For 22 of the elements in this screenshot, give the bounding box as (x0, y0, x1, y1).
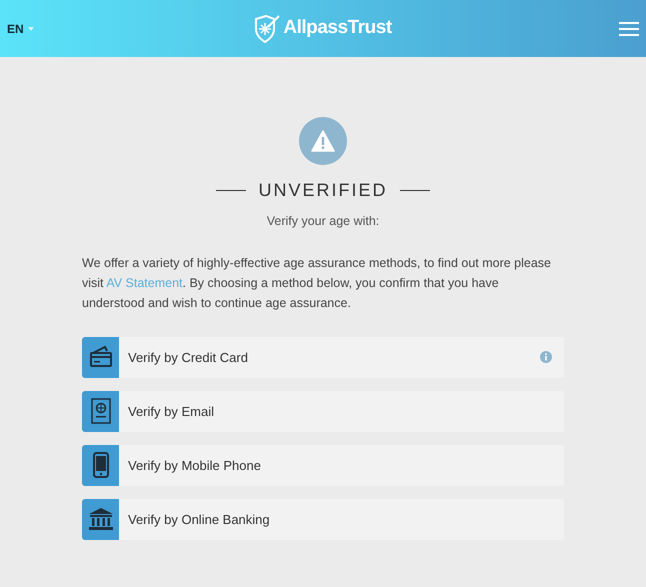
mobile-phone-icon (92, 452, 108, 478)
verify-method-button[interactable]: Verify by Credit Card (82, 336, 564, 378)
shield-logo-icon (254, 14, 280, 42)
credit-card-icon (88, 345, 112, 370)
verify-method-button[interactable]: Verify by Email (82, 390, 564, 432)
passport-icon (90, 398, 110, 424)
logo-text: AllpassTrust (283, 16, 392, 40)
method-label: Verify by Online Banking (127, 510, 271, 529)
menu-icon (619, 22, 639, 36)
verify-method-button[interactable]: Verify by Mobile Phone (82, 444, 564, 486)
bank-icon (88, 507, 114, 532)
info-icon (540, 351, 552, 364)
status-title: UNVERIFIED (258, 179, 388, 202)
warning-icon (299, 117, 347, 165)
caret-icon (28, 26, 34, 30)
verify-method-button[interactable]: Verify by Online Banking (82, 498, 564, 540)
method-label: Verify by Mobile Phone (127, 456, 262, 475)
method-label: Verify by Credit Card (127, 348, 249, 367)
language-selector[interactable]: EN (7, 20, 47, 38)
method-label: Verify by Email (127, 402, 215, 421)
status-subtitle: Verify your age with: (266, 213, 380, 230)
intro-paragraph: We offer a variety of highly-effective age assurance methods, to find out more please visit AV Statement. By choosing a method below, you confirm that you have understood and wish to continue age assurance. (82, 254, 552, 312)
